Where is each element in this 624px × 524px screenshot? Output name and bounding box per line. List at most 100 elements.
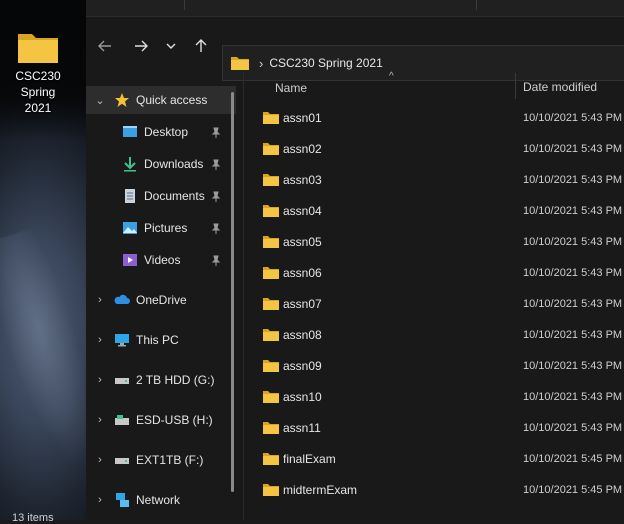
sort-ascending-icon: ^	[389, 71, 394, 82]
folder-icon	[263, 329, 279, 341]
file-name: assn08	[283, 328, 322, 342]
column-header-row: ^ Name Date modified	[244, 71, 624, 101]
nav-item-drive-f[interactable]: › EXT1TB (F:)	[86, 446, 236, 474]
nav-label: 2 TB HDD (G:)	[136, 373, 215, 387]
file-explorer-window: › CSC230 Spring 2021 ⌄ Quick access Desk…	[86, 0, 624, 520]
file-row[interactable]: assn04 10/10/2021 5:43 PM	[244, 196, 624, 226]
pin-icon[interactable]	[210, 255, 222, 267]
nav-label: Documents	[144, 189, 205, 203]
nav-label: OneDrive	[136, 293, 187, 307]
nav-item-documents[interactable]: Documents	[86, 182, 236, 210]
file-row[interactable]: assn02 10/10/2021 5:43 PM	[244, 134, 624, 164]
chevron-right-icon[interactable]: ›	[94, 414, 106, 426]
file-row[interactable]: assn03 10/10/2021 5:43 PM	[244, 165, 624, 195]
file-list-details-view: ^ Name Date modified assn01 10/10/2021 5:…	[244, 71, 624, 520]
document-icon	[125, 189, 135, 203]
file-row[interactable]: assn11 10/10/2021 5:43 PM	[244, 413, 624, 443]
column-divider[interactable]	[515, 73, 516, 99]
file-name: midtermExam	[283, 483, 358, 497]
up-button[interactable]	[190, 35, 212, 57]
file-row[interactable]: assn01 10/10/2021 5:43 PM	[244, 103, 624, 133]
file-row[interactable]: midtermExam 10/10/2021 5:45 PM	[244, 475, 624, 505]
breadcrumb-current[interactable]: CSC230 Spring 2021	[269, 56, 382, 70]
nav-item-quick-access[interactable]: ⌄ Quick access	[86, 86, 236, 114]
file-date-modified: 10/10/2021 5:45 PM	[523, 453, 623, 465]
chevron-right-icon[interactable]: ›	[94, 454, 106, 466]
file-row[interactable]: assn07 10/10/2021 5:43 PM	[244, 289, 624, 319]
file-date-modified: 10/10/2021 5:45 PM	[523, 484, 623, 496]
file-date-modified: 10/10/2021 5:43 PM	[523, 391, 623, 403]
desktop-folder-csc230[interactable]: CSC230 Spring 2021	[6, 30, 70, 116]
pin-icon[interactable]	[210, 191, 222, 203]
nav-label: Pictures	[144, 221, 188, 235]
file-date-modified: 10/10/2021 5:43 PM	[523, 112, 623, 124]
nav-item-pictures[interactable]: Pictures	[86, 214, 236, 242]
cloud-icon	[114, 294, 130, 304]
file-date-modified: 10/10/2021 5:43 PM	[523, 360, 623, 372]
forward-button[interactable]	[130, 35, 152, 57]
nav-item-onedrive[interactable]: › OneDrive	[86, 286, 236, 314]
file-date-modified: 10/10/2021 5:43 PM	[523, 174, 623, 186]
folder-icon	[263, 391, 279, 403]
file-date-modified: 10/10/2021 5:43 PM	[523, 205, 623, 217]
hard-drive-icon	[115, 458, 129, 464]
download-arrow-icon	[124, 157, 136, 172]
chevron-down-icon	[166, 43, 176, 49]
file-date-modified: 10/10/2021 5:43 PM	[523, 143, 623, 155]
nav-item-desktop[interactable]: Desktop	[86, 118, 236, 146]
folder-icon	[263, 267, 279, 279]
back-button[interactable]	[94, 35, 116, 57]
folder-icon	[263, 422, 279, 434]
desktop-folder-label: CSC230 Spring 2021	[15, 69, 61, 115]
file-date-modified: 10/10/2021 5:43 PM	[523, 267, 623, 279]
folder-icon	[263, 174, 279, 186]
chevron-right-icon[interactable]: ›	[94, 374, 106, 386]
nav-item-drive-g[interactable]: › 2 TB HDD (G:)	[86, 366, 236, 394]
file-name: assn06	[283, 266, 322, 280]
hard-drive-icon	[115, 378, 129, 384]
nav-item-this-pc[interactable]: › This PC	[86, 326, 236, 354]
pin-icon[interactable]	[210, 159, 222, 171]
nav-label: Quick access	[136, 93, 208, 107]
column-header-date-modified[interactable]: Date modified	[523, 80, 597, 94]
breadcrumb-chevron-icon[interactable]: ›	[259, 56, 263, 71]
chevron-down-icon[interactable]: ⌄	[94, 94, 106, 107]
file-row[interactable]: assn08 10/10/2021 5:43 PM	[244, 320, 624, 350]
folder-icon	[263, 205, 279, 217]
file-name: assn01	[283, 111, 322, 125]
folder-icon	[263, 143, 279, 155]
file-name: assn03	[283, 173, 322, 187]
window-titlebar	[86, 0, 624, 17]
recent-locations-button[interactable]	[160, 35, 182, 57]
file-name: assn11	[283, 421, 321, 435]
file-date-modified: 10/10/2021 5:43 PM	[523, 236, 623, 248]
folder-icon	[17, 30, 59, 64]
file-row[interactable]: assn05 10/10/2021 5:43 PM	[244, 227, 624, 257]
nav-item-videos[interactable]: Videos	[86, 246, 236, 274]
chevron-right-icon[interactable]: ›	[94, 494, 106, 506]
chevron-right-icon[interactable]: ›	[94, 294, 106, 306]
nav-label: This PC	[136, 333, 179, 347]
folder-icon	[263, 453, 279, 465]
column-header-name[interactable]: Name	[275, 81, 307, 95]
folder-icon	[263, 484, 279, 496]
pin-icon[interactable]	[210, 223, 222, 235]
nav-item-downloads[interactable]: Downloads	[86, 150, 236, 178]
navigation-pane-scrollbar[interactable]	[231, 92, 234, 492]
file-name: assn09	[283, 359, 322, 373]
file-row[interactable]: assn09 10/10/2021 5:43 PM	[244, 351, 624, 381]
nav-item-network[interactable]: › Network	[86, 486, 236, 514]
file-row[interactable]: assn10 10/10/2021 5:43 PM	[244, 382, 624, 412]
pin-icon[interactable]	[210, 127, 222, 139]
nav-item-drive-h[interactable]: › ESD-USB (H:)	[86, 406, 236, 434]
file-row[interactable]: assn06 10/10/2021 5:43 PM	[244, 258, 624, 288]
arrow-left-icon	[98, 40, 111, 52]
computer-icon	[115, 334, 129, 347]
chevron-right-icon[interactable]: ›	[94, 334, 106, 346]
file-date-modified: 10/10/2021 5:43 PM	[523, 329, 623, 341]
status-bar-item-count: 13 items	[12, 512, 54, 524]
navigation-bar: › CSC230 Spring 2021	[86, 17, 624, 81]
videos-icon	[123, 254, 137, 266]
file-name: assn07	[283, 297, 322, 311]
file-row[interactable]: finalExam 10/10/2021 5:45 PM	[244, 444, 624, 474]
